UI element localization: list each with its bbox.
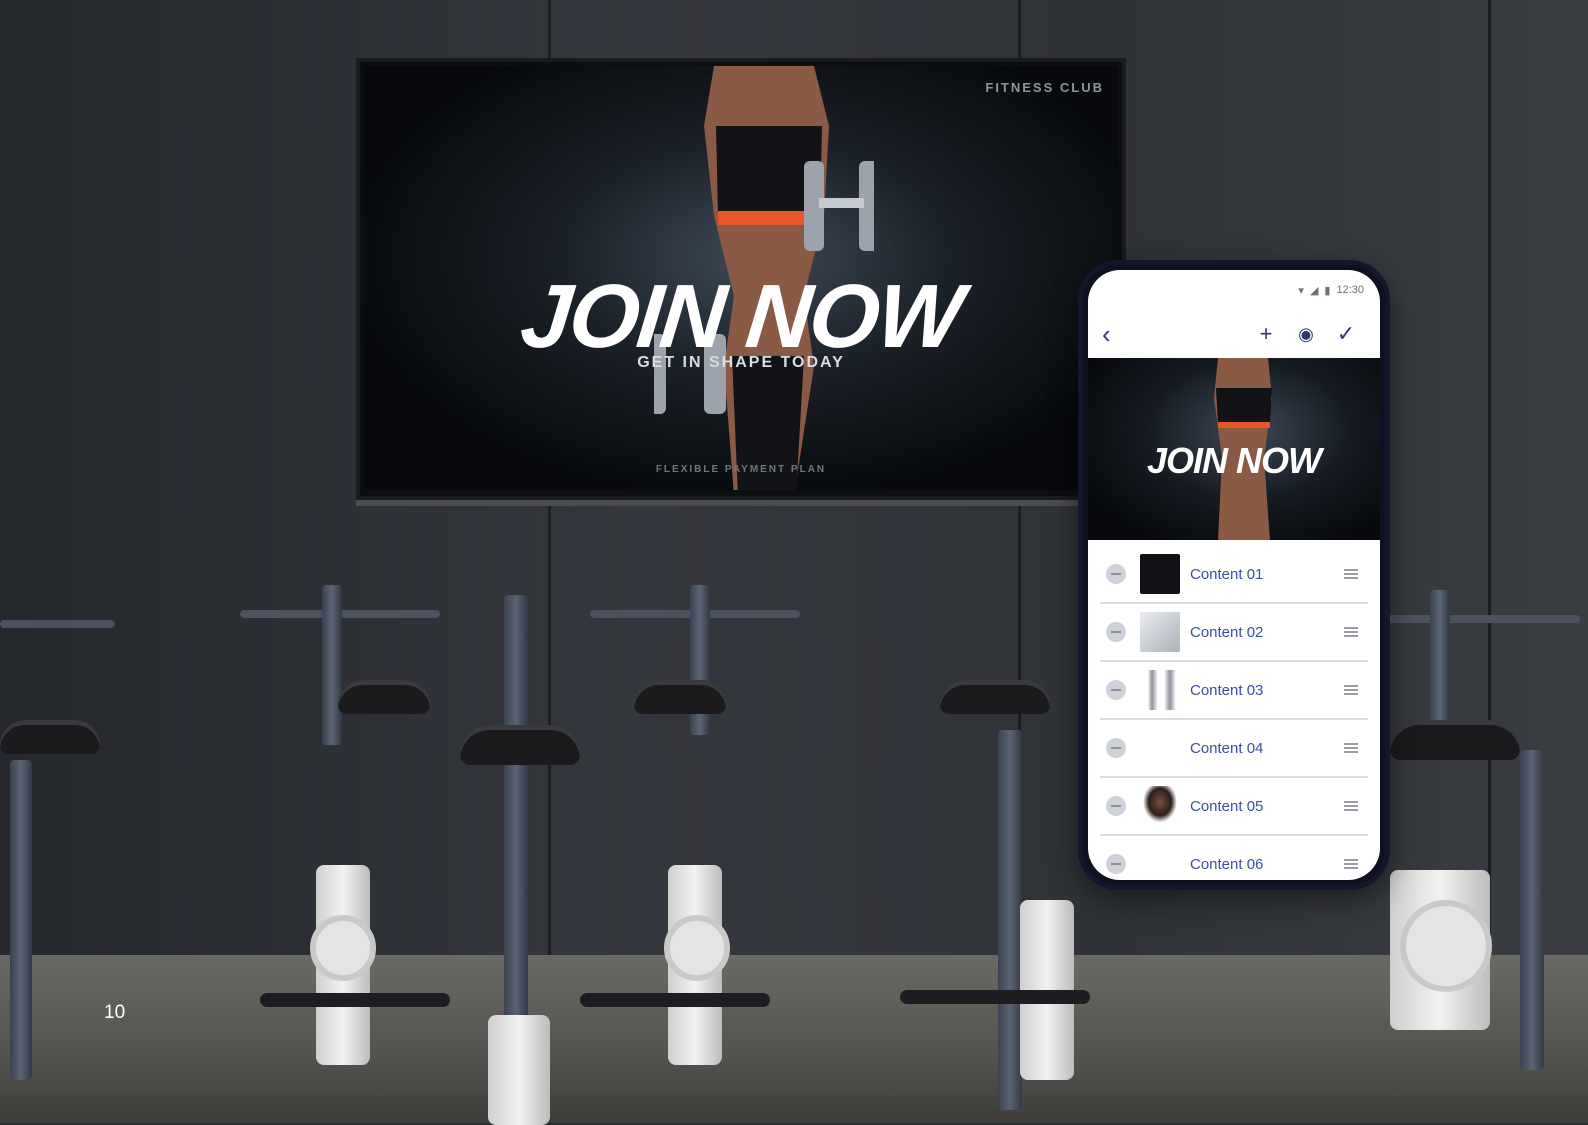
drag-handle-icon[interactable] (1344, 625, 1358, 639)
list-item[interactable]: Content 04 (1100, 720, 1368, 778)
content-thumbnail (1140, 844, 1180, 880)
list-item[interactable]: Content 01 (1100, 546, 1368, 604)
content-thumbnail (1140, 786, 1180, 826)
exercise-bike (900, 600, 1100, 1120)
tv-subheadline: GET IN SHAPE TODAY (637, 354, 845, 371)
wifi-icon: ▾ (1298, 284, 1304, 297)
drag-handle-icon[interactable] (1344, 683, 1358, 697)
remove-icon[interactable] (1106, 796, 1126, 816)
drag-handle-icon[interactable] (1344, 567, 1358, 581)
status-time: 12:30 (1336, 284, 1364, 296)
content-label: Content 04 (1190, 739, 1264, 757)
exercise-bike (0, 600, 130, 1100)
content-thumbnail (1140, 612, 1180, 652)
list-item[interactable]: Content 02 (1100, 604, 1368, 662)
wall-display: FITNESS CLUB JOIN NOW GET IN SHAPE TODAY… (356, 58, 1126, 500)
status-bar: ▾ ◢ ▮ 12:30 (1088, 270, 1380, 310)
exercise-bike (580, 585, 820, 1085)
content-thumbnail (1140, 554, 1180, 594)
preview-headline: JOIN NOW (1146, 440, 1322, 481)
tv-footer: FLEXIBLE PAYMENT PLAN (655, 464, 827, 475)
content-thumbnail (1140, 670, 1180, 710)
plus-icon[interactable]: + (1246, 314, 1286, 354)
content-label: Content 01 (1190, 565, 1264, 583)
content-list: Content 01 Content 02 Content 03 Content… (1088, 540, 1380, 880)
list-item[interactable]: Content 05 (1100, 778, 1368, 836)
chevron-left-icon[interactable]: ‹ (1102, 319, 1130, 350)
drag-handle-icon[interactable] (1344, 857, 1358, 871)
remove-icon[interactable] (1106, 854, 1126, 874)
content-label: Content 02 (1190, 623, 1264, 641)
app-bar: ‹ + ◉ ✓ (1088, 310, 1380, 358)
remove-icon[interactable] (1106, 738, 1126, 758)
list-item[interactable]: Content 06 (1100, 836, 1368, 880)
check-icon[interactable]: ✓ (1326, 314, 1366, 354)
tv-brand-label: FITNESS CLUB (985, 80, 1104, 95)
list-item[interactable]: Content 03 (1100, 662, 1368, 720)
remove-icon[interactable] (1106, 622, 1126, 642)
tv-screen: FITNESS CLUB JOIN NOW GET IN SHAPE TODAY… (364, 66, 1118, 490)
signal-icon: ◢ (1309, 284, 1319, 297)
content-preview[interactable]: JOIN NOW (1088, 358, 1380, 540)
eye-icon[interactable]: ◉ (1286, 314, 1326, 354)
remove-icon[interactable] (1106, 564, 1126, 584)
content-label: Content 06 (1190, 855, 1264, 873)
content-thumbnail (1140, 728, 1180, 768)
content-label: Content 03 (1190, 681, 1264, 699)
battery-icon: ▮ (1324, 284, 1331, 297)
phone-device: ▾ ◢ ▮ 12:30 ‹ + ◉ ✓ JOIN NOW Content 01 (1078, 260, 1390, 890)
drag-handle-icon[interactable] (1344, 741, 1358, 755)
remove-icon[interactable] (1106, 680, 1126, 700)
phone-screen: ▾ ◢ ▮ 12:30 ‹ + ◉ ✓ JOIN NOW Content 01 (1088, 270, 1380, 880)
page-number: 10 (104, 1002, 126, 1023)
drag-handle-icon[interactable] (1344, 799, 1358, 813)
content-label: Content 05 (1190, 797, 1264, 815)
